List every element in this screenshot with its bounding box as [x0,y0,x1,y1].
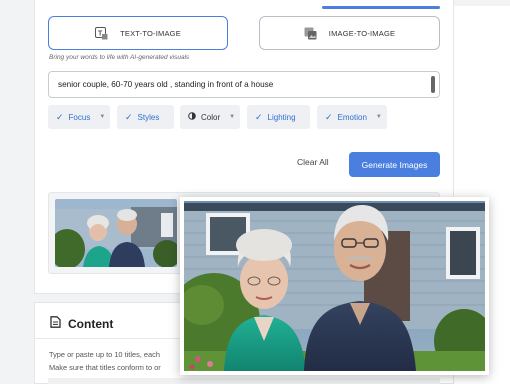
tagline: Bring your words to life with AI-generat… [49,54,190,61]
focus-chip[interactable]: ✓ Focus ▼ [48,105,110,129]
lighting-chip-label: Lighting [267,112,296,122]
content-instructions-line-2: Make sure that titles conform to or [49,363,161,372]
chevron-down-icon: ▼ [99,114,106,120]
content-instructions-line-1: Type or paste up to 10 titles, each [49,350,160,359]
text-image-icon: T [95,26,108,40]
active-tab-indicator [322,6,440,9]
titles-textarea[interactable] [48,378,440,384]
clear-all-button[interactable]: Clear All [297,157,329,167]
generated-image-thumbnail[interactable] [55,199,177,267]
lighting-chip[interactable]: ✓ Lighting [247,105,310,129]
check-icon: ✓ [56,111,64,122]
prompt-text: senior couple, 60-70 years old , standin… [58,80,274,89]
emotion-chip[interactable]: ✓ Emotion ▼ [317,105,387,129]
image-to-image-label: IMAGE-TO-IMAGE [328,28,396,38]
text-to-image-button[interactable]: T TEXT-TO-IMAGE [48,16,228,50]
check-icon: ✓ [125,111,133,122]
text-to-image-label: TEXT-TO-IMAGE [120,28,181,38]
check-icon: ✓ [255,111,263,122]
styles-chip[interactable]: ✓ Styles [117,105,174,129]
emotion-chip-label: Emotion [337,112,367,122]
generate-images-button[interactable]: Generate Images [349,152,440,177]
preview-image [184,201,485,371]
color-chip[interactable]: Color ▼ [180,105,240,129]
color-contrast-icon [188,112,196,122]
chevron-down-icon: ▼ [375,114,382,120]
focus-chip-label: Focus [68,112,91,122]
prompt-input[interactable]: senior couple, 60-70 years old , standin… [48,71,440,98]
image-preview-popup[interactable] [180,197,489,375]
image-image-icon [304,27,317,40]
styles-chip-label: Styles [137,112,160,122]
content-title: Content [68,316,114,331]
prompt-scrollbar[interactable] [431,76,435,93]
document-icon [50,316,61,331]
image-to-image-button[interactable]: IMAGE-TO-IMAGE [259,16,440,50]
check-icon: ✓ [325,111,333,122]
chevron-down-icon: ▼ [229,114,236,120]
content-header: Content [50,316,113,331]
color-chip-label: Color [201,112,221,122]
